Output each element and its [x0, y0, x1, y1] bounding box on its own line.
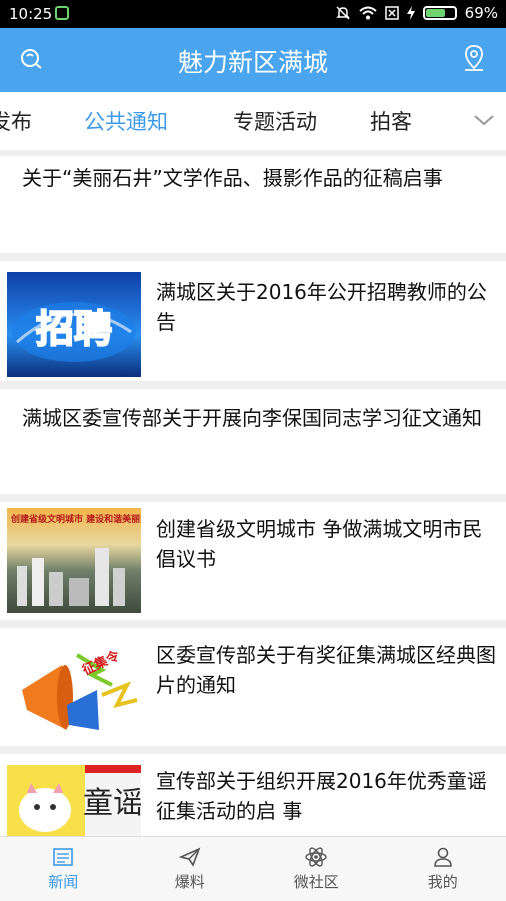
status-time: 10:25: [9, 5, 52, 23]
article-thumbnail: 创建省级文明城市 建设和谐美丽满城: [7, 508, 141, 613]
svg-text:征集令: 征集令: [80, 647, 123, 678]
news-icon: [52, 847, 74, 867]
article-thumbnail: 招聘: [7, 272, 141, 377]
list-item[interactable]: 创建省级文明城市 建设和谐美丽满城 创建省级文明城市 争做满城文明市民倡议书: [0, 502, 506, 620]
nav-news[interactable]: 新闻: [0, 837, 127, 901]
article-title: 满城区关于2016年公开招聘教师的公告: [156, 277, 501, 337]
svg-text:童谣: 童谣: [83, 786, 141, 821]
article-title: 宣传部关于组织开展2016年优秀童谣征集活动的启 事: [156, 766, 501, 826]
send-icon: [179, 847, 201, 867]
nav-report[interactable]: 爆料: [127, 837, 254, 901]
sim-icon: [385, 6, 399, 20]
list-item[interactable]: 招聘 满城区关于2016年公开招聘教师的公告: [0, 261, 506, 381]
article-list: 关于“美丽石井”文学作品、摄影作品的征稿启事 招聘 满城区关于2016年公开招聘…: [0, 156, 506, 852]
svg-text:创建省级文明城市 建设和谐美丽满城: 创建省级文明城市 建设和谐美丽满城: [10, 513, 141, 525]
nav-mine[interactable]: 我的: [380, 837, 506, 901]
svg-text:招聘: 招聘: [36, 307, 112, 351]
status-right: 69%: [335, 4, 498, 22]
tab-public-notice[interactable]: 公共通知: [84, 106, 168, 136]
article-title: 关于“美丽石井”文学作品、摄影作品的征稿启事: [22, 163, 492, 193]
list-item[interactable]: 满城区委宣传部关于开展向李保国同志学习征文通知: [0, 389, 506, 494]
nav-label: 我的: [428, 873, 458, 891]
chevron-down-icon[interactable]: [472, 108, 496, 136]
battery-percent: 69%: [465, 4, 498, 22]
article-thumbnail: 征集令: [7, 635, 141, 740]
tab-publish[interactable]: 发布: [0, 106, 32, 136]
app-header: 魅力新区满城: [0, 28, 506, 92]
charging-icon: [407, 6, 415, 20]
location-icon[interactable]: [462, 44, 486, 76]
nav-label: 微社区: [294, 873, 339, 891]
nav-label: 爆料: [175, 873, 205, 891]
page-title: 魅力新区满城: [0, 43, 506, 79]
status-bar: 10:25 69%: [0, 0, 506, 28]
list-item[interactable]: 征集令 区委宣传部关于有奖征集满城区经典图片的通知: [0, 628, 506, 746]
article-title: 满城区委宣传部关于开展向李保国同志学习征文通知: [22, 403, 496, 433]
tab-photographer[interactable]: 拍客: [370, 106, 412, 136]
wifi-icon: [359, 6, 377, 20]
article-thumbnail: 童谣: [7, 765, 141, 845]
bottom-nav: 新闻 爆料 微社区 我的: [0, 836, 506, 901]
list-item[interactable]: 童谣 宣传部关于组织开展2016年优秀童谣征集活动的启 事: [0, 754, 506, 844]
article-title: 区委宣传部关于有奖征集满城区经典图片的通知: [156, 640, 501, 700]
atom-icon: [305, 847, 327, 867]
battery-icon: [423, 6, 457, 20]
category-tabs: 发布 公共通知 专题活动 拍客: [0, 92, 506, 150]
list-item[interactable]: 关于“美丽石井”文学作品、摄影作品的征稿启事: [0, 156, 506, 253]
nav-label: 新闻: [48, 873, 78, 891]
notification-icon: [55, 6, 69, 20]
user-icon: [432, 847, 454, 867]
article-title: 创建省级文明城市 争做满城文明市民倡议书: [156, 514, 501, 574]
mute-icon: [335, 5, 351, 21]
tab-special-events[interactable]: 专题活动: [233, 106, 317, 136]
nav-community[interactable]: 微社区: [253, 837, 380, 901]
